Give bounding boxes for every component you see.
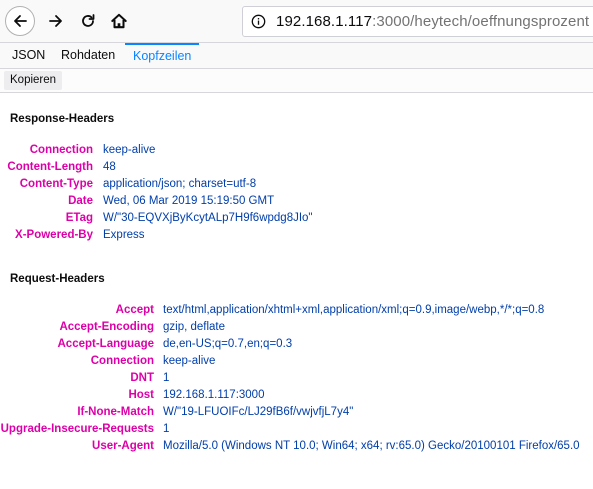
header-name-cell: Accept-Language (0, 338, 155, 355)
url-path: :3000/heytech/oeffnungsprozent (372, 13, 590, 30)
header-name: X-Powered-By (15, 229, 93, 241)
header-name-cell: X-Powered-By (0, 229, 93, 246)
header-value: Wed, 06 Mar 2019 15:19:50 GMT (103, 195, 275, 207)
header-row: Date Wed, 06 Mar 2019 15:19:50 GMT (0, 195, 593, 212)
header-value: 48 (103, 161, 116, 173)
url-text[interactable]: 192.168.1.117:3000/heytech/oeffnungsproz… (276, 13, 589, 30)
header-name-cell: Connection (0, 144, 93, 161)
header-value: text/html,application/xhtml+xml,applicat… (163, 304, 545, 316)
header-value: application/json; charset=utf-8 (103, 178, 257, 190)
header-name: Accept (115, 304, 154, 316)
header-row: DNT 1 (0, 372, 593, 389)
header-value: W/"30-EQVXjByKcytALp7H9f6wpdg8JIo" (103, 212, 313, 224)
header-row: User-Agent Mozilla/5.0 (Windows NT 10.0; … (0, 440, 593, 457)
header-name: Connection (90, 355, 154, 367)
response-headers-list: Connection keep-alive Content-Length 48 Cont… (0, 144, 593, 246)
header-name: Host (128, 389, 154, 401)
header-row: Accept-Language de,en-US;q=0.7,en;q=0.3 (0, 338, 593, 355)
reload-button[interactable] (73, 6, 103, 36)
header-name-cell: Content-Length (0, 161, 93, 178)
request-headers-list: Accept text/html,application/xhtml+xml,ap… (0, 304, 593, 457)
header-row: Content-Type application/json; charset=ut… (0, 178, 593, 195)
header-value: keep-alive (103, 144, 156, 156)
header-name-cell: User-Agent (0, 440, 154, 457)
header-row: Accept text/html,application/xhtml+xml,ap… (0, 304, 593, 321)
header-row: Connection keep-alive (0, 355, 593, 372)
header-row: Upgrade-Insecure-Requests 1 (0, 423, 593, 440)
header-row: Connection keep-alive (0, 144, 593, 161)
header-name: Content-Type (19, 178, 93, 190)
header-name: DNT (130, 372, 154, 384)
header-name-cell: Date (0, 195, 93, 212)
tab-raw-data[interactable]: Rohdaten (53, 43, 123, 69)
header-row: If-None-Match W/"19-LFUOIFc/LJ29fB6f/vwjv… (0, 406, 593, 423)
back-button[interactable] (5, 6, 35, 36)
url-bar[interactable]: 192.168.1.117:3000/heytech/oeffnungsproz… (242, 6, 593, 37)
header-name: Content-Length (7, 161, 93, 173)
header-name-cell: Host (0, 389, 154, 406)
header-name: If-None-Match (77, 406, 154, 418)
tab-json[interactable]: JSON (4, 43, 53, 69)
header-name: Date (68, 195, 93, 207)
home-button[interactable] (104, 6, 134, 36)
header-name: User-Agent (92, 440, 154, 452)
reload-icon (82, 14, 95, 27)
header-name-cell: DNT (0, 372, 154, 389)
header-value: 1 (163, 423, 170, 435)
header-name-cell: Upgrade-Insecure-Requests (0, 423, 154, 440)
header-name-cell: Content-Type (0, 178, 93, 195)
home-icon (111, 13, 127, 29)
header-value: W/"19-LFUOIFc/LJ29fB6f/vwjvfjL7y4" (163, 406, 354, 418)
request-headers-title: Request-Headers (10, 273, 105, 285)
header-value: gzip, deflate (163, 321, 226, 333)
header-name-cell: Accept (0, 304, 154, 321)
header-name: Upgrade-Insecure-Requests (0, 423, 154, 435)
header-name: Connection (29, 144, 93, 156)
header-row: Content-Length 48 (0, 161, 593, 178)
header-value: keep-alive (163, 355, 216, 367)
arrow-right-icon (49, 15, 62, 27)
header-row: X-Powered-By Express (0, 229, 593, 246)
header-row: ETag W/"30-EQVXjByKcytALp7H9f6wpdg8JIo" (0, 212, 593, 229)
browser-navbar: 192.168.1.117:3000/heytech/oeffnungsproz… (0, 0, 593, 43)
header-name: Accept-Language (57, 338, 155, 350)
header-name-cell: Connection (0, 355, 154, 372)
header-value: Mozilla/5.0 (Windows NT 10.0; Win64; x64… (163, 440, 580, 452)
header-row: Accept-Encoding gzip, deflate (0, 321, 593, 338)
response-headers-title: Response-Headers (10, 113, 115, 125)
arrow-left-icon (14, 15, 27, 27)
copy-button[interactable]: Kopieren (4, 71, 63, 90)
header-value: Express (103, 229, 145, 241)
header-name-cell: If-None-Match (0, 406, 154, 423)
header-name-cell: ETag (0, 212, 93, 229)
header-value: 1 (163, 372, 170, 384)
header-value: de,en-US;q=0.7,en;q=0.3 (163, 338, 293, 350)
header-value: 192.168.1.117:3000 (163, 389, 265, 401)
tab-headers[interactable]: Kopfzeilen (125, 43, 200, 69)
forward-button[interactable] (41, 6, 71, 36)
header-row: Host 192.168.1.117:3000 (0, 389, 593, 406)
header-name-cell: Accept-Encoding (0, 321, 154, 338)
info-icon[interactable] (251, 14, 266, 29)
viewer-tabbar: JSON Rohdaten Kopfzeilen (0, 43, 593, 69)
url-host: 192.168.1.117 (276, 13, 373, 30)
header-name: Accept-Encoding (59, 321, 154, 333)
header-name: ETag (65, 212, 93, 224)
viewer-toolbar: Kopieren (0, 69, 593, 93)
